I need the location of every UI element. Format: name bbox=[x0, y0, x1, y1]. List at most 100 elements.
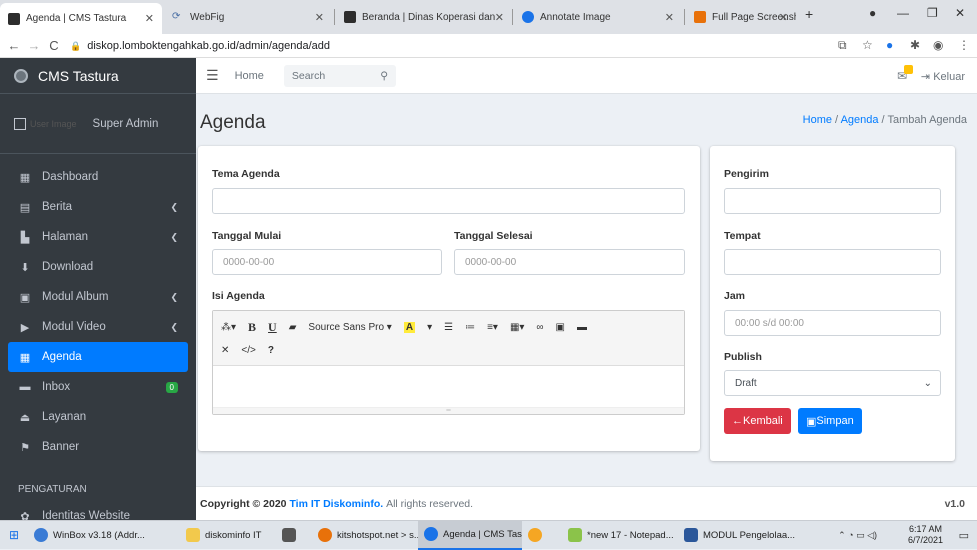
browser-tab-webfig[interactable]: ⟳ WebFig ✕ bbox=[164, 4, 332, 30]
search-icon[interactable]: ⚲ bbox=[380, 70, 388, 82]
simpan-button[interactable]: ▣ Simpan bbox=[798, 408, 862, 434]
fullscreen-icon[interactable]: ✕ bbox=[221, 345, 229, 356]
magic-wand-icon[interactable]: ⁂▾ bbox=[221, 322, 236, 333]
sidebar-item-modul-video[interactable]: ▶ Modul Video ❮ bbox=[8, 312, 188, 342]
taskbar-item-app[interactable] bbox=[276, 521, 312, 550]
record-icon[interactable]: ● bbox=[869, 6, 876, 20]
tanggal-mulai-input[interactable]: 0000-00-00 bbox=[212, 249, 442, 275]
browser-tab-agenda[interactable]: Agenda | CMS Tastura ✕ bbox=[0, 3, 162, 34]
text-color-icon[interactable]: A bbox=[403, 322, 416, 333]
tanggal-selesai-input[interactable]: 0000-00-00 bbox=[454, 249, 685, 275]
chevron-down-icon[interactable]: ▾ bbox=[427, 322, 432, 333]
url-field[interactable]: 🔒 diskop.lomboktengahkab.go.id/admin/age… bbox=[64, 37, 844, 55]
save-icon: ▣ bbox=[806, 415, 817, 428]
star-icon[interactable]: ☆ bbox=[862, 38, 873, 52]
close-icon[interactable]: ✕ bbox=[779, 11, 788, 24]
sidebar-item-agenda[interactable]: ▦ Agenda bbox=[8, 342, 188, 372]
taskbar-item-notepad[interactable]: *new 17 - Notepad... bbox=[562, 521, 678, 550]
editor-content-area[interactable] bbox=[213, 366, 684, 408]
video-icon[interactable]: ▬ bbox=[577, 322, 587, 333]
image-icon[interactable]: ▣ bbox=[556, 322, 565, 333]
taskbar-item-winbox[interactable]: WinBox v3.18 (Addr... bbox=[28, 521, 180, 550]
translate-icon[interactable]: ⧉ bbox=[838, 38, 847, 53]
editor-resize-handle[interactable]: ═ bbox=[213, 408, 684, 414]
unordered-list-icon[interactable]: ☰ bbox=[444, 322, 453, 333]
browser-tab-beranda[interactable]: Beranda | Dinas Koperasi dan ✕ bbox=[336, 4, 512, 30]
jam-input[interactable]: 00:00 s/d 00:00 bbox=[724, 310, 941, 336]
new-tab-icon[interactable]: + bbox=[805, 6, 813, 22]
sidebar-item-halaman[interactable]: ▙ Halaman ❮ bbox=[8, 222, 188, 252]
bold-button[interactable]: B bbox=[248, 320, 256, 335]
tema-agenda-input[interactable] bbox=[212, 188, 685, 214]
sidebar-item-inbox[interactable]: ▬ Inbox 0 bbox=[8, 372, 188, 402]
sidebar-item-identitas-website[interactable]: ✿ Identitas Website bbox=[8, 501, 188, 520]
back-arrow-icon[interactable]: ← bbox=[4, 38, 24, 53]
browser-tab-annotate[interactable]: Annotate Image ✕ bbox=[514, 4, 682, 30]
tanggal-mulai-placeholder: 0000-00-00 bbox=[223, 256, 275, 268]
eraser-icon[interactable]: ▰ bbox=[289, 322, 297, 333]
sidebar-item-dashboard[interactable]: ▦ Dashboard bbox=[8, 162, 188, 192]
start-button[interactable]: ⊞ bbox=[0, 521, 28, 550]
kembali-button[interactable]: ← Kembali bbox=[724, 408, 791, 434]
clock-time: 6:17 AM bbox=[908, 524, 942, 534]
tab-title: Beranda | Dinas Koperasi dan bbox=[362, 11, 496, 23]
breadcrumb-home[interactable]: Home bbox=[803, 114, 832, 126]
font-family-dropdown[interactable]: Source Sans Pro ▾ bbox=[308, 322, 391, 333]
user-image-alt: User Image bbox=[30, 118, 77, 129]
pengirim-input[interactable] bbox=[724, 188, 941, 214]
sidebar-item-layanan[interactable]: ⏏ Layanan bbox=[8, 402, 188, 432]
taskbar-item-folder[interactable]: diskominfo IT bbox=[180, 521, 276, 550]
sidebar-item-berita[interactable]: ▤ Berita ❮ bbox=[8, 192, 188, 222]
notification-badge bbox=[904, 65, 913, 74]
paragraph-align-icon[interactable]: ≡▾ bbox=[487, 322, 498, 333]
close-window-icon[interactable]: ✕ bbox=[955, 6, 965, 20]
close-icon[interactable]: ✕ bbox=[145, 12, 154, 25]
brand-link[interactable]: CMS Tastura bbox=[0, 58, 196, 94]
tempat-input[interactable] bbox=[724, 249, 941, 275]
taskbar-item-kitshotspot[interactable]: kitshotspot.net > s... bbox=[312, 521, 418, 550]
hamburger-menu-icon[interactable]: ☰ bbox=[206, 67, 219, 84]
breadcrumb-agenda[interactable]: Agenda bbox=[841, 114, 879, 126]
notification-icon[interactable]: ▭ bbox=[959, 529, 969, 542]
taskbar-clock[interactable]: 6:17 AM 6/7/2021 bbox=[908, 524, 943, 546]
publish-label: Publish bbox=[724, 351, 762, 363]
help-icon[interactable]: ? bbox=[268, 345, 274, 356]
sidebar-item-download[interactable]: ⬇ Download bbox=[8, 252, 188, 282]
taskbar-item-firefox[interactable] bbox=[522, 521, 562, 550]
code-view-icon[interactable]: </> bbox=[241, 345, 255, 356]
taskbar-item-word[interactable]: MODUL Pengelolaa... bbox=[678, 521, 796, 550]
extension-icon[interactable]: ● bbox=[886, 38, 893, 52]
table-icon[interactable]: ▦▾ bbox=[510, 322, 524, 333]
underline-button[interactable]: U bbox=[268, 320, 277, 335]
puzzle-icon[interactable]: ✱ bbox=[910, 38, 920, 52]
arrow-left-icon: ← bbox=[732, 415, 743, 427]
file-icon: ▙ bbox=[20, 231, 30, 244]
winbox-icon bbox=[34, 528, 48, 542]
cms-favicon bbox=[8, 12, 20, 25]
home-link[interactable]: Home bbox=[235, 70, 264, 82]
link-icon[interactable]: ∞ bbox=[536, 322, 543, 333]
restore-icon[interactable]: ❐ bbox=[927, 6, 938, 20]
sidebar-item-modul-album[interactable]: ▣ Modul Album ❮ bbox=[8, 282, 188, 312]
envelope-icon[interactable]: ✉ bbox=[897, 65, 913, 83]
forward-arrow-icon[interactable]: → bbox=[24, 38, 44, 53]
logout-link[interactable]: ⇥ Keluar bbox=[921, 70, 965, 83]
ordered-list-icon[interactable]: ≔ bbox=[465, 322, 475, 333]
windows-logo-icon: ⊞ bbox=[8, 528, 20, 542]
system-tray-icons[interactable]: ⌃ ◔ ▭ ◁) bbox=[838, 530, 877, 541]
minimize-icon[interactable]: — bbox=[897, 6, 909, 20]
team-link[interactable]: Tim IT Diskominfo. bbox=[289, 498, 383, 510]
menu-dots-icon[interactable]: ⋮ bbox=[958, 38, 970, 52]
browser-tab-screenshot[interactable]: Full Page Screenshot - Chrom ✕ bbox=[686, 4, 796, 30]
font-family-value: Source Sans Pro bbox=[308, 322, 385, 333]
user-panel[interactable]: User Image Super Admin bbox=[0, 94, 196, 154]
close-icon[interactable]: ✕ bbox=[315, 11, 324, 24]
search-input[interactable]: Search ⚲ bbox=[283, 64, 396, 87]
sidebar-item-banner[interactable]: ⚑ Banner bbox=[8, 432, 188, 462]
profile-icon[interactable]: ◉ bbox=[933, 38, 943, 52]
publish-select[interactable]: Draft ⌄ bbox=[724, 370, 941, 396]
close-icon[interactable]: ✕ bbox=[495, 11, 504, 24]
close-icon[interactable]: ✕ bbox=[665, 11, 674, 24]
taskbar-item-chrome[interactable]: Agenda | CMS Tast... bbox=[418, 520, 522, 550]
reload-icon[interactable]: C bbox=[44, 38, 64, 53]
